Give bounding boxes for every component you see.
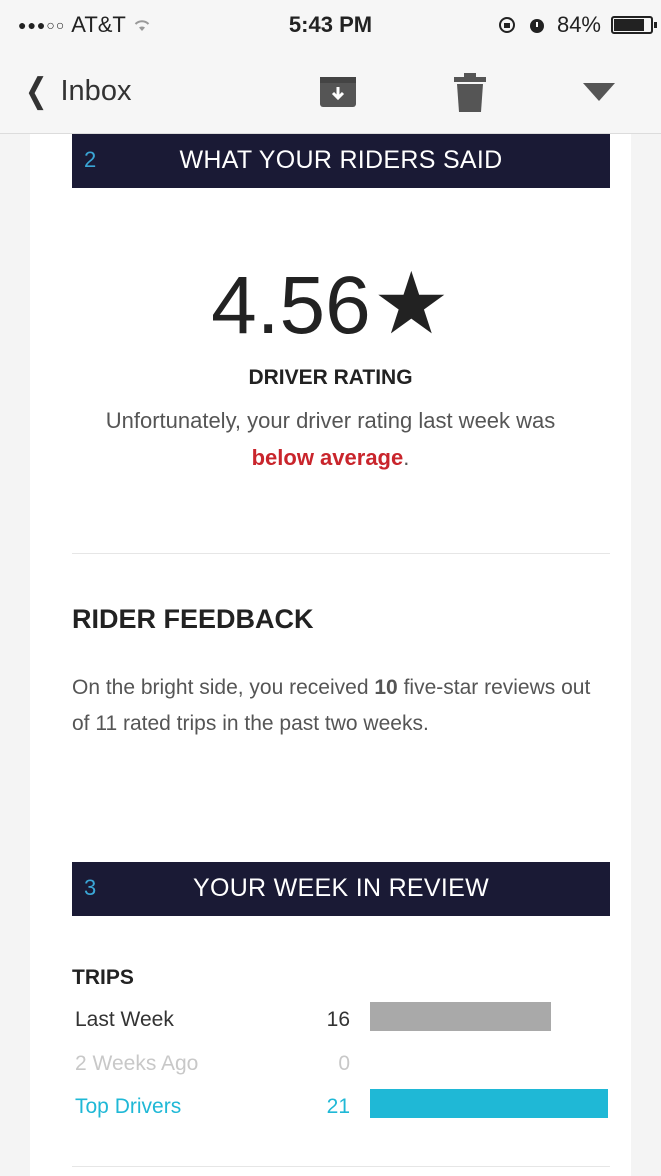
dropdown-icon[interactable] bbox=[582, 82, 616, 102]
rotation-lock-icon bbox=[498, 17, 515, 33]
trips-title: TRIPS bbox=[72, 966, 134, 989]
rating-message-text: Unfortunately, your driver rating last w… bbox=[105, 408, 556, 433]
star-icon: ★ bbox=[372, 256, 450, 352]
trip-bar bbox=[370, 1002, 551, 1031]
trip-row-last-week: Last Week 16 bbox=[75, 1000, 615, 1040]
rider-feedback-title: RIDER FEEDBACK bbox=[72, 604, 314, 634]
alarm-icon bbox=[529, 19, 544, 33]
rating-message-end: . bbox=[403, 445, 410, 470]
rider-feedback-text: On the bright side, you received 10 five… bbox=[72, 670, 592, 742]
mail-toolbar: ❮ Inbox bbox=[0, 50, 661, 134]
section-banner-week: 3 YOUR WEEK IN REVIEW bbox=[72, 862, 610, 916]
rating-number: 4.56 bbox=[211, 260, 371, 351]
battery-percent: 84% bbox=[556, 12, 601, 37]
battery-fill bbox=[614, 19, 644, 31]
trip-bar bbox=[370, 1089, 608, 1118]
status-right: 84% bbox=[497, 12, 657, 38]
email-body: 2 WHAT YOUR RIDERS SAID 4.56★ DRIVER RAT… bbox=[30, 134, 631, 1176]
driver-rating-label: DRIVER RATING bbox=[248, 366, 413, 389]
section-banner-riders: 2 WHAT YOUR RIDERS SAID bbox=[72, 134, 610, 188]
battery-icon bbox=[611, 16, 657, 34]
driver-rating-value: 4.56★ bbox=[30, 254, 631, 354]
below-average-text: below average bbox=[251, 445, 404, 470]
trip-value: 0 bbox=[338, 1052, 350, 1075]
trip-value: 16 bbox=[326, 1008, 350, 1031]
trip-label: 2 Weeks Ago bbox=[75, 1052, 199, 1075]
feedback-text-start: On the bright side, you received bbox=[72, 676, 369, 699]
trip-row-top-drivers: Top Drivers 21 bbox=[75, 1087, 615, 1127]
section-title: YOUR WEEK IN REVIEW bbox=[192, 874, 489, 902]
trash-icon[interactable] bbox=[452, 72, 488, 114]
divider bbox=[72, 1166, 610, 1167]
status-bar: ●●●○○ AT&T 5:43 PM 84% bbox=[0, 0, 661, 50]
section-title: WHAT YOUR RIDERS SAID bbox=[179, 146, 503, 174]
back-to-inbox-button[interactable]: ❮ Inbox bbox=[22, 72, 132, 110]
back-label: Inbox bbox=[60, 74, 132, 107]
trip-label: Last Week bbox=[75, 1008, 174, 1031]
divider bbox=[72, 553, 610, 554]
archive-icon[interactable] bbox=[318, 72, 358, 112]
trip-value: 21 bbox=[326, 1095, 350, 1118]
rating-message: Unfortunately, your driver rating last w… bbox=[60, 402, 601, 476]
trip-row-2-weeks-ago: 2 Weeks Ago 0 bbox=[75, 1044, 615, 1084]
chevron-left-icon: ❮ bbox=[24, 72, 48, 110]
trip-label: Top Drivers bbox=[75, 1095, 182, 1118]
five-star-count: 10 bbox=[374, 676, 398, 699]
